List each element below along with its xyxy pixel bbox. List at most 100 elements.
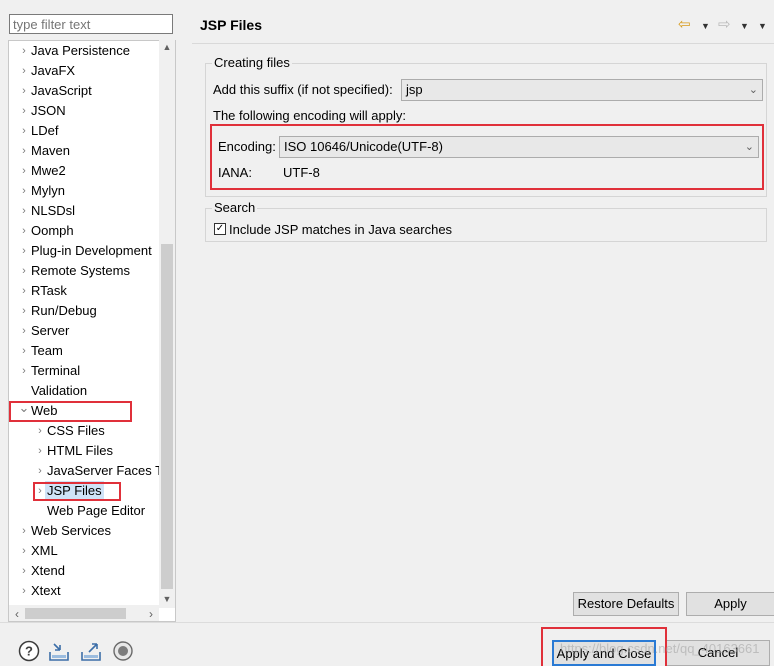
include-jsp-checkbox[interactable]: ✓ (214, 223, 226, 235)
tree-item[interactable]: › CSS Files (9, 421, 159, 441)
chevron-right-icon[interactable]: › (17, 281, 31, 301)
chevron-right-icon[interactable]: › (33, 441, 47, 461)
chevron-right-icon[interactable]: › (17, 101, 31, 121)
chevron-right-icon[interactable]: › (17, 61, 31, 81)
tree-item[interactable]: › Oomph (9, 221, 159, 241)
tree-item[interactable]: › Run/Debug (9, 301, 159, 321)
tree-item-label: Remote Systems (31, 263, 130, 278)
tree-item-label: Run/Debug (31, 303, 97, 318)
tree-item[interactable]: › Terminal (9, 361, 159, 381)
chevron-right-icon[interactable]: › (17, 581, 31, 601)
tree-item[interactable]: › Mylyn (9, 181, 159, 201)
tree-item-label: Mylyn (31, 183, 65, 198)
bottom-separator (0, 622, 774, 623)
tree-item[interactable]: › Mwe2 (9, 161, 159, 181)
creating-files-group-title: Creating files (212, 55, 292, 70)
chevron-right-icon[interactable]: › (17, 561, 31, 581)
chevron-right-icon[interactable]: › (17, 321, 31, 341)
filter-input[interactable] (10, 15, 172, 33)
tree-item[interactable]: › HTML Files (9, 441, 159, 461)
scroll-up-icon[interactable]: ▲ (159, 42, 175, 52)
scroll-left-icon[interactable]: ‹ (9, 607, 25, 621)
tree-item-label: JavaScript (31, 83, 92, 98)
tree-item[interactable]: Validation (9, 381, 159, 401)
tree-item[interactable]: › Xtext (9, 581, 159, 601)
tree-item[interactable]: › Maven (9, 141, 159, 161)
jsp-files-highlight-box (33, 482, 121, 501)
scroll-right-icon[interactable]: › (143, 607, 159, 621)
tree-item[interactable]: › Java Persistence (9, 41, 159, 61)
tree-item[interactable]: › XML (9, 541, 159, 561)
help-icon[interactable]: ? (18, 640, 40, 662)
export-icon[interactable] (80, 640, 102, 662)
chevron-right-icon[interactable]: › (33, 461, 47, 481)
search-group-title: Search (212, 200, 258, 215)
tree-item-label: Team (31, 343, 63, 358)
chevron-right-icon[interactable]: › (17, 301, 31, 321)
tree-item-label: LDef (31, 123, 59, 138)
chevron-right-icon[interactable]: › (17, 361, 31, 381)
tree-vertical-scroll-thumb[interactable] (161, 244, 173, 589)
chevron-right-icon[interactable]: › (17, 521, 31, 541)
chevron-right-icon[interactable]: › (17, 141, 31, 161)
tree-item-label: HTML Files (47, 443, 113, 458)
tree-item-label: Web Page Editor (47, 503, 146, 518)
forward-arrow-icon[interactable]: ⇨ (718, 17, 731, 33)
include-jsp-label: Include JSP matches in Java searches (229, 222, 453, 237)
chevron-right-icon[interactable]: › (17, 541, 31, 561)
tree-item[interactable]: › Server (9, 321, 159, 341)
chevron-right-icon[interactable]: › (17, 161, 31, 181)
tree-item[interactable]: › Remote Systems (9, 261, 159, 281)
chevron-right-icon[interactable]: › (17, 221, 31, 241)
apply-button[interactable]: Apply (686, 592, 774, 616)
tree-item[interactable]: › JavaFX (9, 61, 159, 81)
chevron-down-icon: ⌄ (748, 84, 758, 96)
tree-item-label: Terminal (31, 363, 81, 378)
suffix-value: jsp (406, 82, 423, 97)
back-arrow-icon[interactable]: ⇦ (678, 17, 691, 33)
restore-defaults-button[interactable]: Restore Defaults (573, 592, 679, 616)
tree-item[interactable]: › JSON (9, 101, 159, 121)
tree-item-label: RTask (31, 283, 67, 298)
record-icon[interactable] (112, 640, 134, 662)
chevron-right-icon[interactable]: › (17, 341, 31, 361)
chevron-right-icon[interactable]: › (17, 181, 31, 201)
tree-horizontal-scroll-thumb[interactable] (25, 608, 126, 619)
chevron-right-icon[interactable]: › (33, 421, 47, 441)
tree-item-label: JavaFX (31, 63, 76, 78)
chevron-right-icon[interactable]: › (17, 41, 31, 61)
preference-tree: › Java Persistence › JavaFX › JavaScript › JSON… (8, 40, 176, 622)
chevron-right-icon[interactable]: › (17, 241, 31, 261)
filter-field[interactable] (9, 14, 173, 34)
tree-item-label: XML (31, 543, 58, 558)
tree-item-label: CSS Files (47, 423, 105, 438)
forward-dropdown-icon[interactable]: ▼ (740, 21, 749, 31)
suffix-select[interactable]: jsp ⌄ (401, 79, 763, 101)
tree-item[interactable]: › JavaScript (9, 81, 159, 101)
view-menu-icon[interactable]: ▼ (758, 21, 767, 31)
tree-item[interactable]: › LDef (9, 121, 159, 141)
tree-item-label: Xtend (31, 563, 65, 578)
tree-item[interactable]: › RTask (9, 281, 159, 301)
tree-item[interactable]: › Web Services (9, 521, 159, 541)
svg-text:?: ? (25, 644, 33, 659)
chevron-right-icon[interactable]: › (17, 201, 31, 221)
chevron-right-icon[interactable]: › (17, 121, 31, 141)
tree-item[interactable]: › JavaServer Faces To (9, 461, 169, 481)
tree-item[interactable]: › Team (9, 341, 159, 361)
chevron-right-icon[interactable]: › (17, 261, 31, 281)
scroll-down-icon[interactable]: ▼ (159, 594, 175, 604)
back-dropdown-icon[interactable]: ▼ (701, 21, 710, 31)
chevron-right-icon[interactable]: › (17, 81, 31, 101)
tree-item[interactable]: › NLSDsl (9, 201, 159, 221)
tree-item-label: Xtext (31, 583, 61, 598)
suffix-label: Add this suffix (if not specified): (213, 82, 393, 97)
import-icon[interactable] (48, 640, 70, 662)
tree-item[interactable]: › Xtend (9, 561, 159, 581)
title-separator (192, 43, 774, 44)
web-highlight-box (9, 401, 132, 422)
encoding-highlight-box (210, 124, 764, 190)
tree-item-label: JSON (31, 103, 66, 118)
tree-item[interactable]: Web Page Editor (9, 501, 159, 521)
tree-item[interactable]: › Plug-in Development (9, 241, 159, 261)
